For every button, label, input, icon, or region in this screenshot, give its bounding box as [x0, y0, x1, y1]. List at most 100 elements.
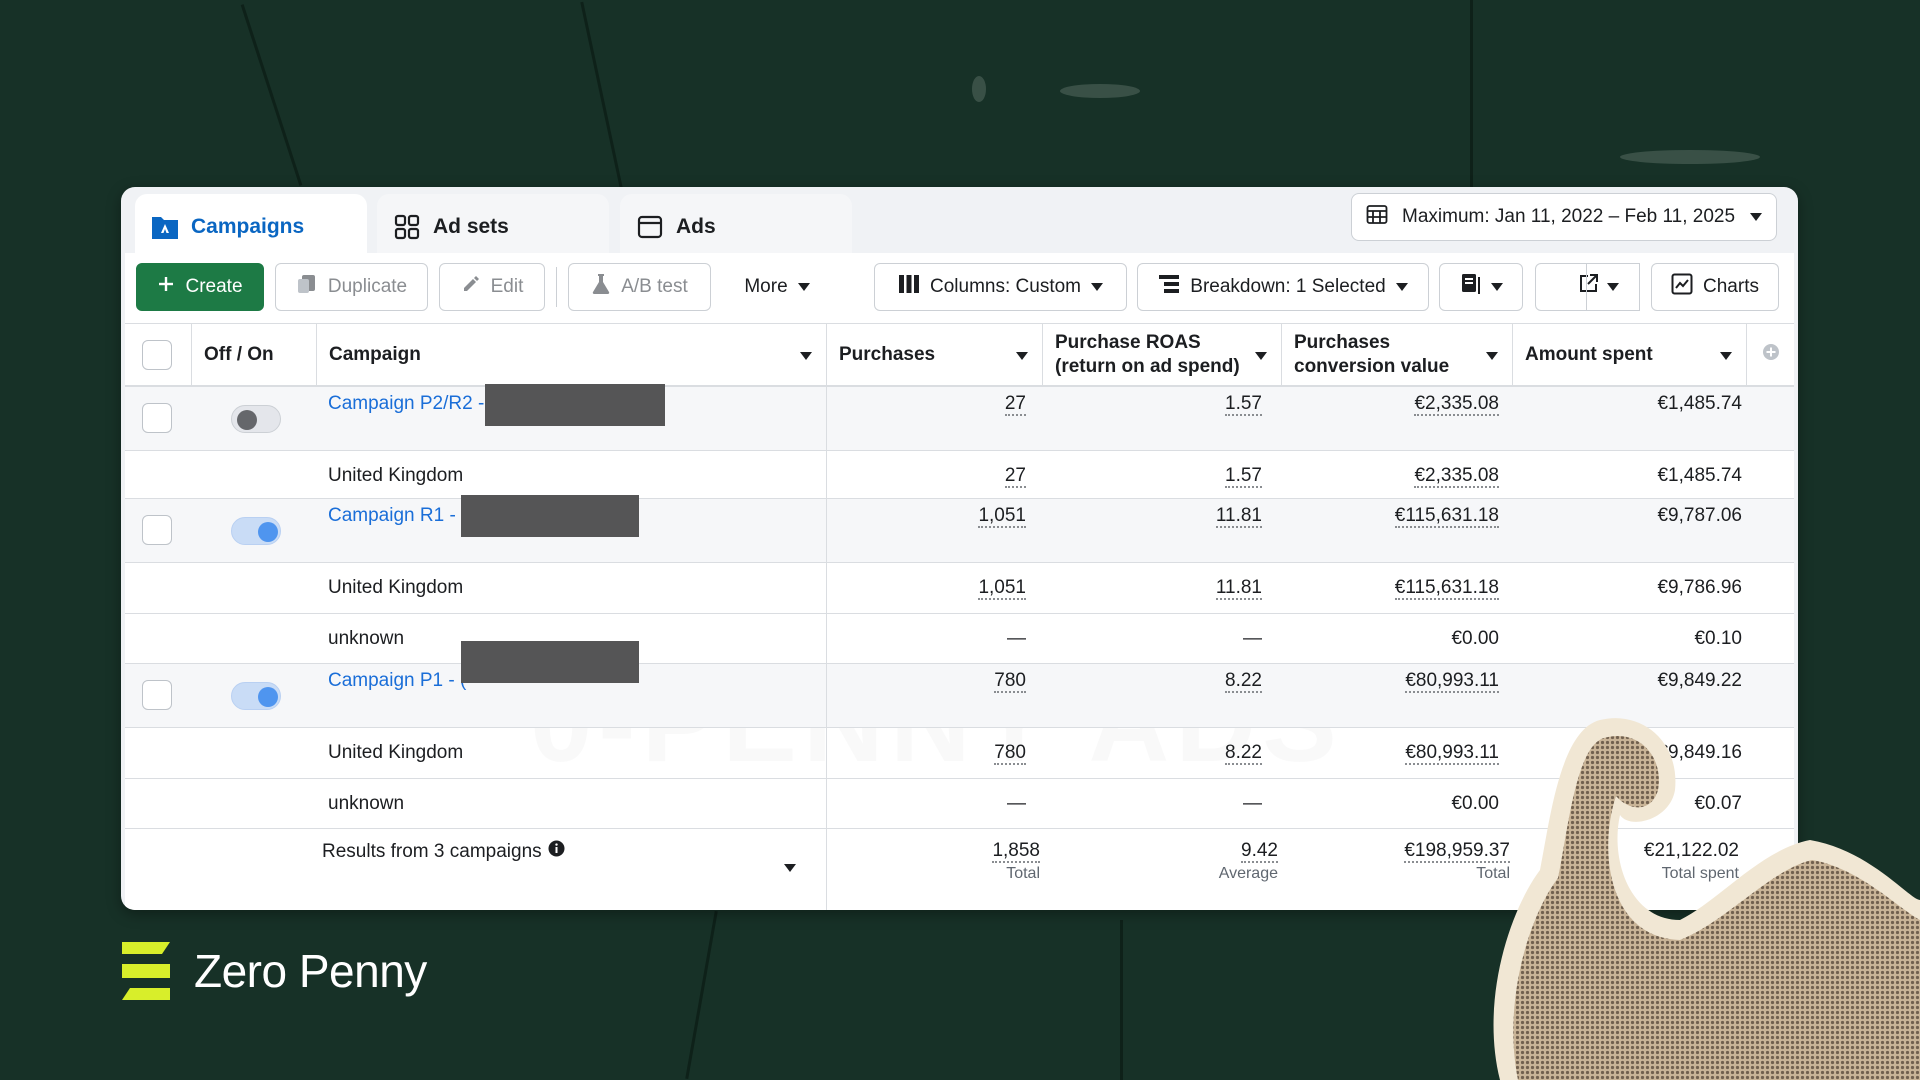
- purchases-value: 1,051: [978, 577, 1026, 600]
- redaction-block: [461, 641, 639, 683]
- row-checkbox[interactable]: [142, 680, 172, 710]
- tab-ad-sets[interactable]: Ad sets: [377, 194, 609, 260]
- campaign-name-link[interactable]: Campaign R1 - (: [328, 505, 467, 527]
- duplicate-button[interactable]: Duplicate: [275, 263, 428, 311]
- amount-spent-value: €9,787.06: [1657, 505, 1742, 526]
- column-header-purchases[interactable]: Purchases: [826, 324, 1042, 386]
- campaign-row[interactable]: Campaign R1 - ( 1,051 11.81 €115,631.18 €9,7…: [125, 499, 1794, 563]
- conv-header-line2: conversion value: [1294, 356, 1450, 377]
- charts-button[interactable]: Charts: [1651, 263, 1779, 311]
- conversion-value: €115,631.18: [1394, 577, 1499, 600]
- breakdown-label: unknown: [328, 628, 405, 649]
- totals-label-text: Results from 3 campaigns: [322, 840, 542, 862]
- charts-label: Charts: [1703, 276, 1759, 297]
- purchases-value: —: [1007, 628, 1026, 649]
- total-purchases-value: 1,858: [992, 840, 1040, 863]
- breakdown-label: Breakdown: 1 Selected: [1190, 276, 1386, 297]
- row-checkbox[interactable]: [142, 515, 172, 545]
- conversion-value-cell: €115,631.18: [1394, 577, 1499, 600]
- roas-cell: 1.57: [1225, 465, 1262, 488]
- breakdown-icon: [1158, 274, 1180, 300]
- info-icon[interactable]: [548, 840, 565, 863]
- amount-spent-value: €0.10: [1694, 628, 1742, 649]
- roas-value: —: [1243, 793, 1262, 814]
- conversion-value-cell: €2,335.08: [1414, 393, 1499, 416]
- date-range-picker[interactable]: Maximum: Jan 11, 2022 – Feb 11, 2025: [1351, 193, 1777, 241]
- ab-test-button[interactable]: A/B test: [568, 263, 711, 311]
- column-header-label: Campaign: [329, 344, 421, 365]
- ad-sets-grid-icon: [393, 213, 421, 241]
- roas-cell: 1.57: [1225, 393, 1262, 416]
- total-roas-value: 9.42: [1241, 840, 1278, 863]
- roas-value: 8.22: [1225, 670, 1262, 693]
- reports-button[interactable]: [1439, 263, 1523, 311]
- breakdown-label: United Kingdom: [328, 465, 464, 486]
- totals-dropdown-icon[interactable]: [784, 864, 796, 872]
- purchases-value: 780: [994, 742, 1026, 765]
- purchases-cell: 27: [1004, 465, 1026, 488]
- conversion-value-cell: €2,335.08: [1414, 465, 1499, 488]
- column-header-campaign[interactable]: Campaign: [316, 324, 826, 386]
- purchases-value: 27: [1004, 465, 1026, 488]
- sort-caret-icon: [1255, 352, 1267, 360]
- roas-cell: 11.81: [1215, 505, 1262, 528]
- campaign-row[interactable]: Campaign P2/R2 - 27 1.57 €2,335.08 €1,485.74: [125, 387, 1794, 451]
- row-checkbox[interactable]: [142, 403, 172, 433]
- campaign-toggle[interactable]: [231, 682, 281, 710]
- create-button[interactable]: Create: [136, 263, 264, 311]
- column-header-conversion-value[interactable]: Purchases conversion value: [1281, 324, 1512, 386]
- edit-button[interactable]: Edit: [439, 263, 545, 311]
- totals-label: Results from 3 campaigns: [322, 840, 565, 863]
- roas-header-line2: (return on ad spend): [1055, 356, 1240, 377]
- columns-label: Columns: Custom: [930, 276, 1081, 297]
- amount-spent-cell: €9,787.06: [1657, 505, 1742, 527]
- conversion-value: €115,631.18: [1394, 505, 1499, 528]
- tab-ads[interactable]: Ads: [620, 194, 852, 260]
- campaign-name-link[interactable]: Campaign P1 - (: [328, 670, 466, 692]
- export-dropdown[interactable]: [1587, 263, 1639, 311]
- breakdown-row[interactable]: unknown — — €0.00 €0.10: [125, 614, 1794, 664]
- flexed-arm-image: [1493, 718, 1920, 1080]
- redaction-block: [485, 384, 665, 426]
- column-header-amount-spent[interactable]: Amount spent: [1512, 324, 1746, 386]
- calendar-icon: [1366, 203, 1388, 231]
- breakdown-row[interactable]: United Kingdom 27 1.57 €2,335.08 €1,485.74: [125, 451, 1794, 499]
- more-button[interactable]: More: [722, 263, 832, 311]
- columns-icon: [898, 274, 920, 300]
- total-roas-sub: Average: [1218, 865, 1278, 882]
- select-all-checkbox[interactable]: [142, 340, 172, 370]
- duplicate-label: Duplicate: [327, 276, 408, 297]
- conv-header-line1: Purchases: [1294, 332, 1391, 353]
- column-header-label: Off / On: [204, 344, 274, 365]
- more-label: More: [744, 276, 788, 297]
- total-purchases: 1,858: [992, 840, 1040, 863]
- amount-spent-value: €9,849.22: [1657, 670, 1742, 691]
- table-header: Off / On Campaign Purchases Purchase ROA…: [125, 323, 1794, 387]
- chevron-down-icon: [1395, 283, 1408, 291]
- columns-button[interactable]: Columns: Custom: [874, 263, 1127, 311]
- roas-cell: 8.22: [1225, 742, 1262, 765]
- create-label: Create: [185, 276, 243, 297]
- amount-spent-cell: €1,485.74: [1657, 393, 1742, 415]
- chevron-down-icon: [1091, 283, 1103, 291]
- amount-spent-value: €1,485.74: [1657, 465, 1742, 486]
- breakdown-row[interactable]: United Kingdom 1,051 11.81 €115,631.18 €9,78…: [125, 563, 1794, 614]
- conversion-value: €0.00: [1451, 628, 1499, 649]
- purchases-cell: —: [1007, 793, 1026, 815]
- campaign-toggle[interactable]: [231, 405, 281, 433]
- column-header-roas[interactable]: Purchase ROAS (return on ad spend): [1042, 324, 1281, 386]
- campaign-name-link[interactable]: Campaign P2/R2 -: [328, 393, 484, 415]
- conversion-value: €2,335.08: [1414, 393, 1499, 416]
- tab-ad-sets-label: Ad sets: [433, 215, 509, 238]
- purchases-cell: 780: [994, 742, 1026, 765]
- tab-campaigns[interactable]: Campaigns: [135, 194, 367, 260]
- purchases-cell: 1,051: [978, 505, 1026, 528]
- chevron-down-icon: [797, 283, 810, 291]
- roas-value: 1.57: [1225, 465, 1262, 488]
- campaign-toggle[interactable]: [231, 517, 281, 545]
- add-column-icon: [1762, 343, 1780, 367]
- breakdown-button[interactable]: Breakdown: 1 Selected: [1137, 263, 1429, 311]
- chevron-down-icon: [1491, 283, 1503, 291]
- add-column-button[interactable]: [1746, 324, 1794, 386]
- roas-value: 1.57: [1225, 393, 1262, 416]
